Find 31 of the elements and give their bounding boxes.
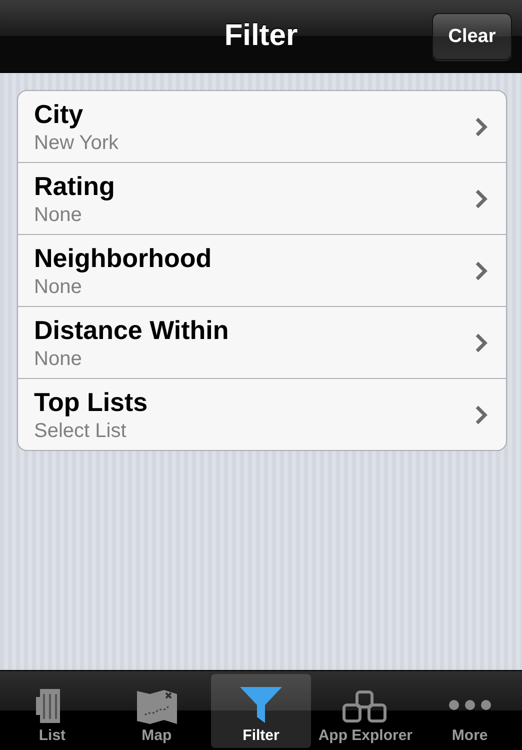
filter-row[interactable]: Distance Within None xyxy=(18,306,506,378)
funnel-icon xyxy=(238,685,284,725)
map-icon xyxy=(134,687,179,725)
filter-value: None xyxy=(34,348,83,370)
filter-value: None xyxy=(34,204,83,226)
filter-label: Top Lists xyxy=(34,386,149,418)
filter-value: New York xyxy=(34,132,120,154)
filter-value: Select List xyxy=(34,420,128,442)
tab[interactable]: More xyxy=(420,674,520,748)
tab[interactable]: Filter xyxy=(210,674,312,748)
chevron-icon xyxy=(474,404,488,426)
overlapping-squares-icon xyxy=(341,689,390,725)
chevron-icon xyxy=(474,188,488,210)
screen-title: Filter xyxy=(224,19,298,53)
chevron-icon xyxy=(474,260,488,282)
filter-value: None xyxy=(34,276,83,298)
clear-button[interactable]: Clear xyxy=(432,13,512,60)
tab[interactable]: Map xyxy=(106,674,207,748)
tab[interactable]: List xyxy=(2,674,102,748)
tab[interactable]: App Explorer xyxy=(315,674,416,748)
filter-row[interactable]: Rating None xyxy=(18,162,506,234)
filter-row[interactable]: Top Lists Select List xyxy=(18,378,506,450)
filter-label: Rating xyxy=(34,170,116,202)
filter-label: Distance Within xyxy=(34,314,230,346)
filter-row[interactable]: Neighborhood None xyxy=(18,234,506,306)
filter-label: Neighborhood xyxy=(34,242,213,274)
chevron-icon xyxy=(474,332,488,354)
chevron-icon xyxy=(474,116,488,138)
filter-row[interactable]: City New York xyxy=(18,91,506,162)
more-dots-icon xyxy=(448,700,491,710)
filter-label: City xyxy=(34,98,84,130)
